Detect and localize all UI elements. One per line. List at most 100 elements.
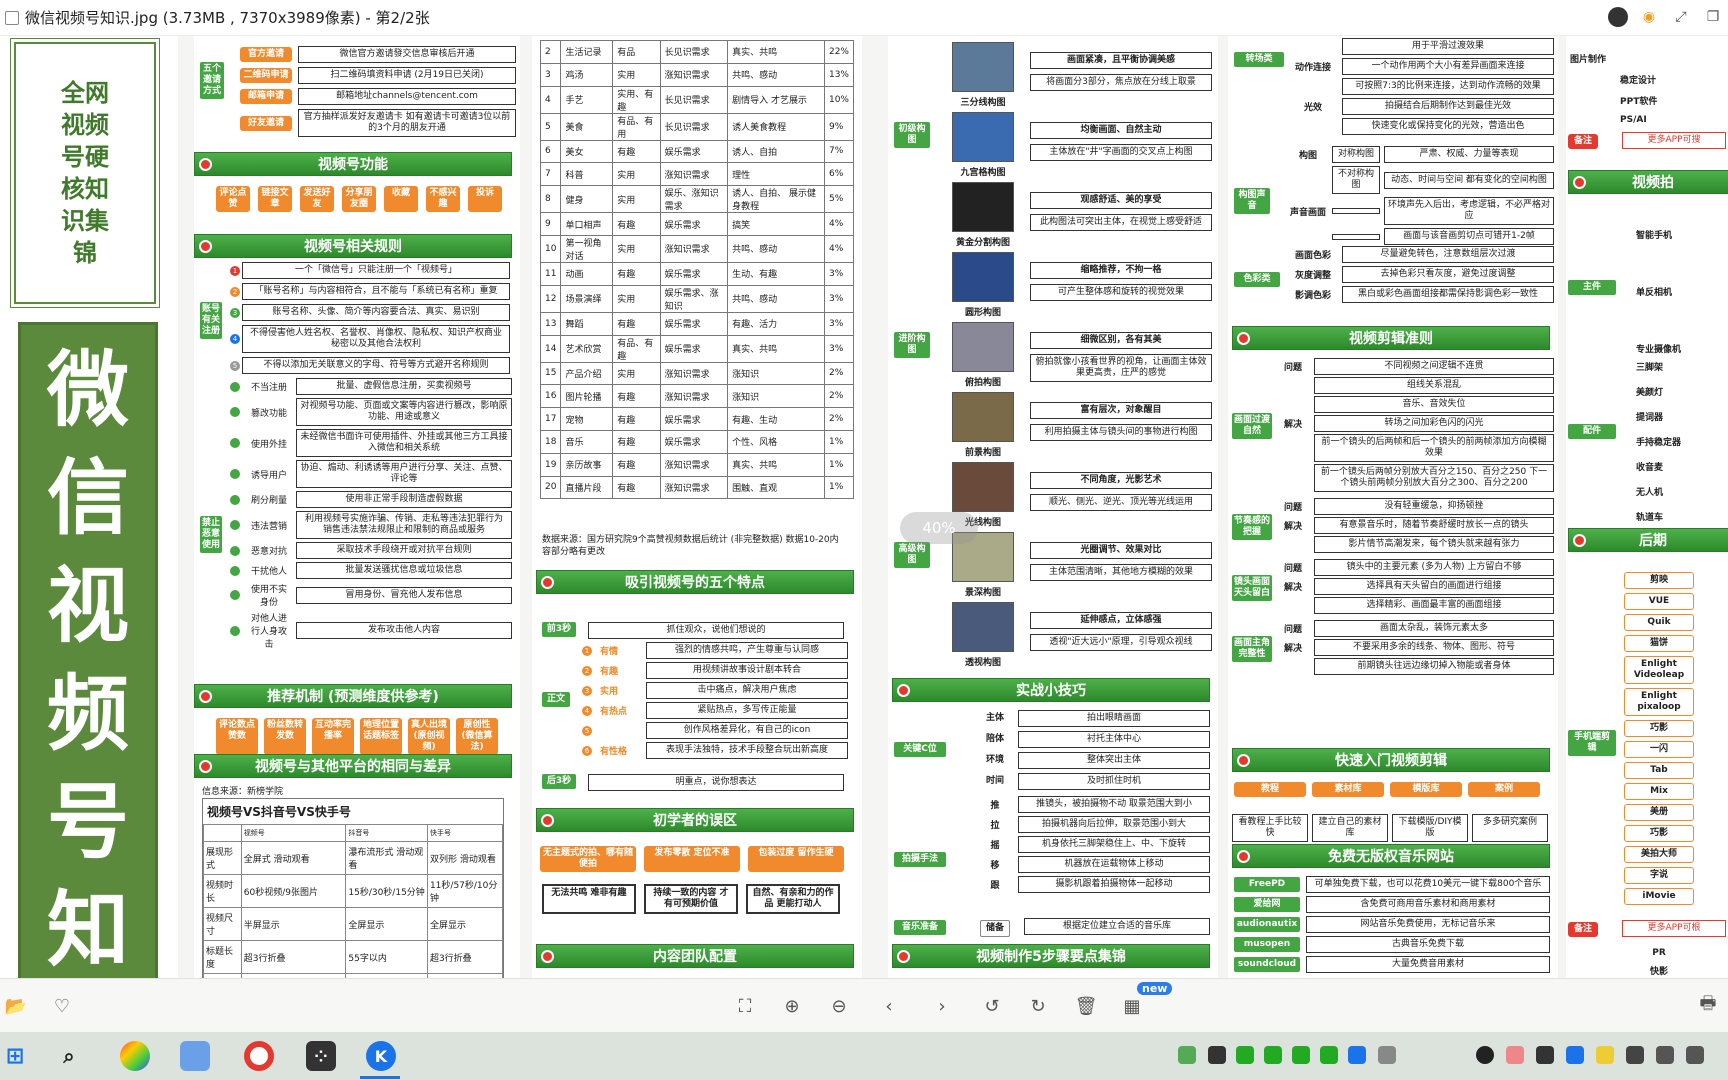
rank-cell: 美女: [560, 139, 614, 164]
shoot-text: 推镜头，被拍摄物不动 取景范围大到小: [1018, 796, 1210, 813]
chrome-icon[interactable]: [244, 1041, 274, 1071]
rank-cell: 科普: [560, 162, 614, 187]
prohibit-tag: 诱导用户: [250, 470, 287, 481]
app-dots-icon[interactable]: ⁘: [306, 1041, 336, 1071]
tray-wechat-icon[interactable]: [1320, 1046, 1338, 1064]
volume-icon[interactable]: [1686, 1046, 1704, 1064]
rank-row: 8 健身 实用 娱乐、涨知识需求 诱人、自拍、 展示健身教程 5%: [539, 185, 855, 214]
windows-start-icon[interactable]: ⊞: [0, 1041, 30, 1071]
tray-app-icon[interactable]: [1596, 1046, 1614, 1064]
prohibit-text: 发布攻击他人内容: [296, 622, 512, 639]
fit-screen-icon[interactable]: ⛶: [733, 994, 757, 1018]
rank-cell: 7%: [823, 139, 855, 164]
prohibit-row: 干扰他人 批量发送骚扰信息或垃圾信息: [230, 562, 512, 579]
edit-groups: 画面过渡自然 问题 不同视频之间逻辑不连贯 组线关系混乱 音乐、音效失位 解决 转场之间加彩…: [1232, 358, 1554, 681]
edit-tag: 问题: [1283, 363, 1302, 373]
back-tag: 后3秒: [542, 774, 576, 789]
composition-items: 构图 对称构图 严肃、权威、力量等表现 不对称构图 动态、时间与空间 都有变化的空间构图…: [1288, 146, 1554, 248]
quick-banner: 快速入门视频剪辑: [1232, 748, 1550, 772]
next-image-icon[interactable]: ›: [930, 994, 954, 1018]
tray-wechat-icon[interactable]: [1292, 1046, 1310, 1064]
red-dot-icon: [897, 950, 910, 963]
tray-qq-icon[interactable]: [1476, 1046, 1494, 1064]
functions-title: 视频号功能: [318, 157, 388, 173]
prohibit-text: 未经微信书面许可使用插件、外挂或其他三方工具接入微信和相关系统: [296, 429, 512, 457]
app-tag: Quik: [1624, 614, 1694, 631]
battery-icon[interactable]: [1626, 1046, 1644, 1064]
microphone-icon[interactable]: [1536, 1046, 1554, 1064]
tray-wechat-icon[interactable]: [1264, 1046, 1282, 1064]
wifi-icon[interactable]: [1656, 1046, 1674, 1064]
edit-banner: 视频剪辑准则: [1232, 326, 1550, 350]
focus-tag: 环境: [985, 755, 1004, 765]
search-icon[interactable]: ⌕: [54, 1041, 84, 1071]
edit-group-label: 节奏感的把握: [1232, 513, 1272, 540]
app-folder-icon[interactable]: [180, 1041, 210, 1071]
viewer-toolbar: 📂 ♡ ⛶ ⊕ ⊖ ‹ › ↺ ↻ 🗑 ▦ new 🖶: [0, 978, 1728, 1032]
user-avatar[interactable]: [1608, 7, 1628, 27]
pin-icon[interactable]: ❐: [1702, 6, 1724, 28]
rank-row: 16 图片轮播 有趣 涨知识需求 涨知识 2%: [539, 384, 855, 409]
tray-app-icon[interactable]: [1378, 1046, 1396, 1064]
app-browser-icon[interactable]: [120, 1041, 150, 1071]
rank-cell: 3%: [823, 261, 855, 286]
tray-app-icon[interactable]: [1208, 1046, 1226, 1064]
tray-wechat-icon[interactable]: [1236, 1046, 1254, 1064]
red-dot-icon: [1237, 332, 1250, 345]
previous-image-icon[interactable]: ‹: [877, 994, 901, 1018]
feature-number-icon: 5: [582, 725, 592, 736]
function-tag: 分享朋友圈: [342, 186, 376, 212]
delete-icon[interactable]: 🗑: [1074, 994, 1098, 1018]
edit-tag: 解决: [1283, 644, 1302, 654]
favorite-heart-icon[interactable]: ♡: [50, 994, 74, 1018]
design-tools-list: 图片制作 稳定设计 PPT软件 PS/AI: [1570, 52, 1728, 133]
tray-app-icon[interactable]: [1506, 1046, 1524, 1064]
app-k-icon[interactable]: K: [366, 1041, 396, 1071]
rotate-left-icon[interactable]: ↺: [980, 994, 1004, 1018]
recommend-tag: 互动率完播率: [312, 718, 354, 755]
green-dot-icon: [230, 469, 240, 479]
mindmap-row: 构图 对称构图 严肃、权威、力量等表现: [1288, 146, 1554, 163]
features-banner: 吸引视频号的五个特点: [536, 570, 854, 594]
rank-cell: 直播片段: [560, 475, 614, 500]
print-icon[interactable]: 🖶: [1696, 993, 1720, 1018]
vs-table: 视频号 抖音号 快手号 展现形式 全屏式 滑动观看 瀑布流形式 滑动观看 双列形 滑动观看视…: [203, 824, 504, 978]
rotate-right-icon[interactable]: ↻: [1026, 994, 1050, 1018]
quick-tag: 模版库: [1390, 782, 1462, 797]
vs-table-title: 视频号VS抖音号VS快手号: [207, 805, 351, 819]
zoom-in-icon[interactable]: ⊕: [780, 994, 804, 1018]
rank-cell: 2%: [823, 361, 855, 386]
quick-tag: 案例: [1468, 782, 1540, 797]
apps-grid-icon[interactable]: ▦: [1120, 994, 1144, 1018]
image-canvas[interactable]: 全网视频号硬核知识集锦 微信视频号知 五个邀请方式 官方邀请 微信官方邀请發交信息…: [0, 36, 1728, 978]
focus-row: 陪体 衬托主体中心: [978, 731, 1210, 748]
tray-app-icon[interactable]: [1348, 1046, 1366, 1064]
rule-text: 不得侵害他人姓名权、名誉权、肖像权、隐私权、知识产权商业秘密以及其他合法权利: [242, 325, 510, 353]
tray-app-icon[interactable]: [1178, 1046, 1196, 1064]
recommend-title: 推荐机制 (预测维度供参考): [267, 689, 439, 705]
zoom-out-icon[interactable]: ⊖: [827, 994, 851, 1018]
focus-row: 环境 整体突出主体: [978, 752, 1210, 769]
red-dot-icon: [541, 814, 554, 827]
shoot-gear-banner: 视频拍: [1568, 170, 1728, 194]
rank-cell: 有趣: [612, 212, 661, 236]
rank-cell: 15: [539, 361, 562, 386]
edit-row: 问题 镜头中的主要元素 (多为人物) 上方留白不够: [1276, 559, 1554, 576]
rank-cell: 有品、有用: [612, 112, 661, 141]
open-folder-icon[interactable]: 📂: [4, 994, 28, 1018]
quick-tag: 素材库: [1312, 782, 1384, 797]
mistakes-list: 无主题式的拍、哪有随便拍 发布零散 定位不准 包装过度 留作生硬: [540, 846, 854, 872]
prohibit-tag: 恶意对抗: [250, 547, 287, 557]
edit-group-label: 画面过渡自然: [1232, 413, 1272, 439]
feature-row: 6 有性格 表现手法独特，技术手段整合玩出新高度: [582, 742, 848, 759]
composition-group-label: 初级构图: [894, 122, 930, 148]
vip-icon[interactable]: ◉: [1638, 6, 1660, 28]
edit-group: 节奏感的把握 问题 没有轻重缓急，抑扬顿挫 解决 有意景音乐时，随着节奏舒缓时放长一点的…: [1232, 498, 1554, 555]
rule-text: 不得以添加无关联意义的字母、符号等方式避开名称规则: [242, 357, 510, 374]
shoot-label: 拍摄手法: [894, 852, 946, 867]
part-item: 提词器: [1636, 413, 1664, 423]
fullscreen-icon[interactable]: ⤢: [1670, 6, 1692, 28]
compare-banner: 视频号与其他平台的相同与差异: [194, 754, 512, 778]
tray-k-icon[interactable]: [1566, 1046, 1584, 1064]
taskbar: ⊞ ⌕ ⁘ K: [0, 1032, 1728, 1080]
